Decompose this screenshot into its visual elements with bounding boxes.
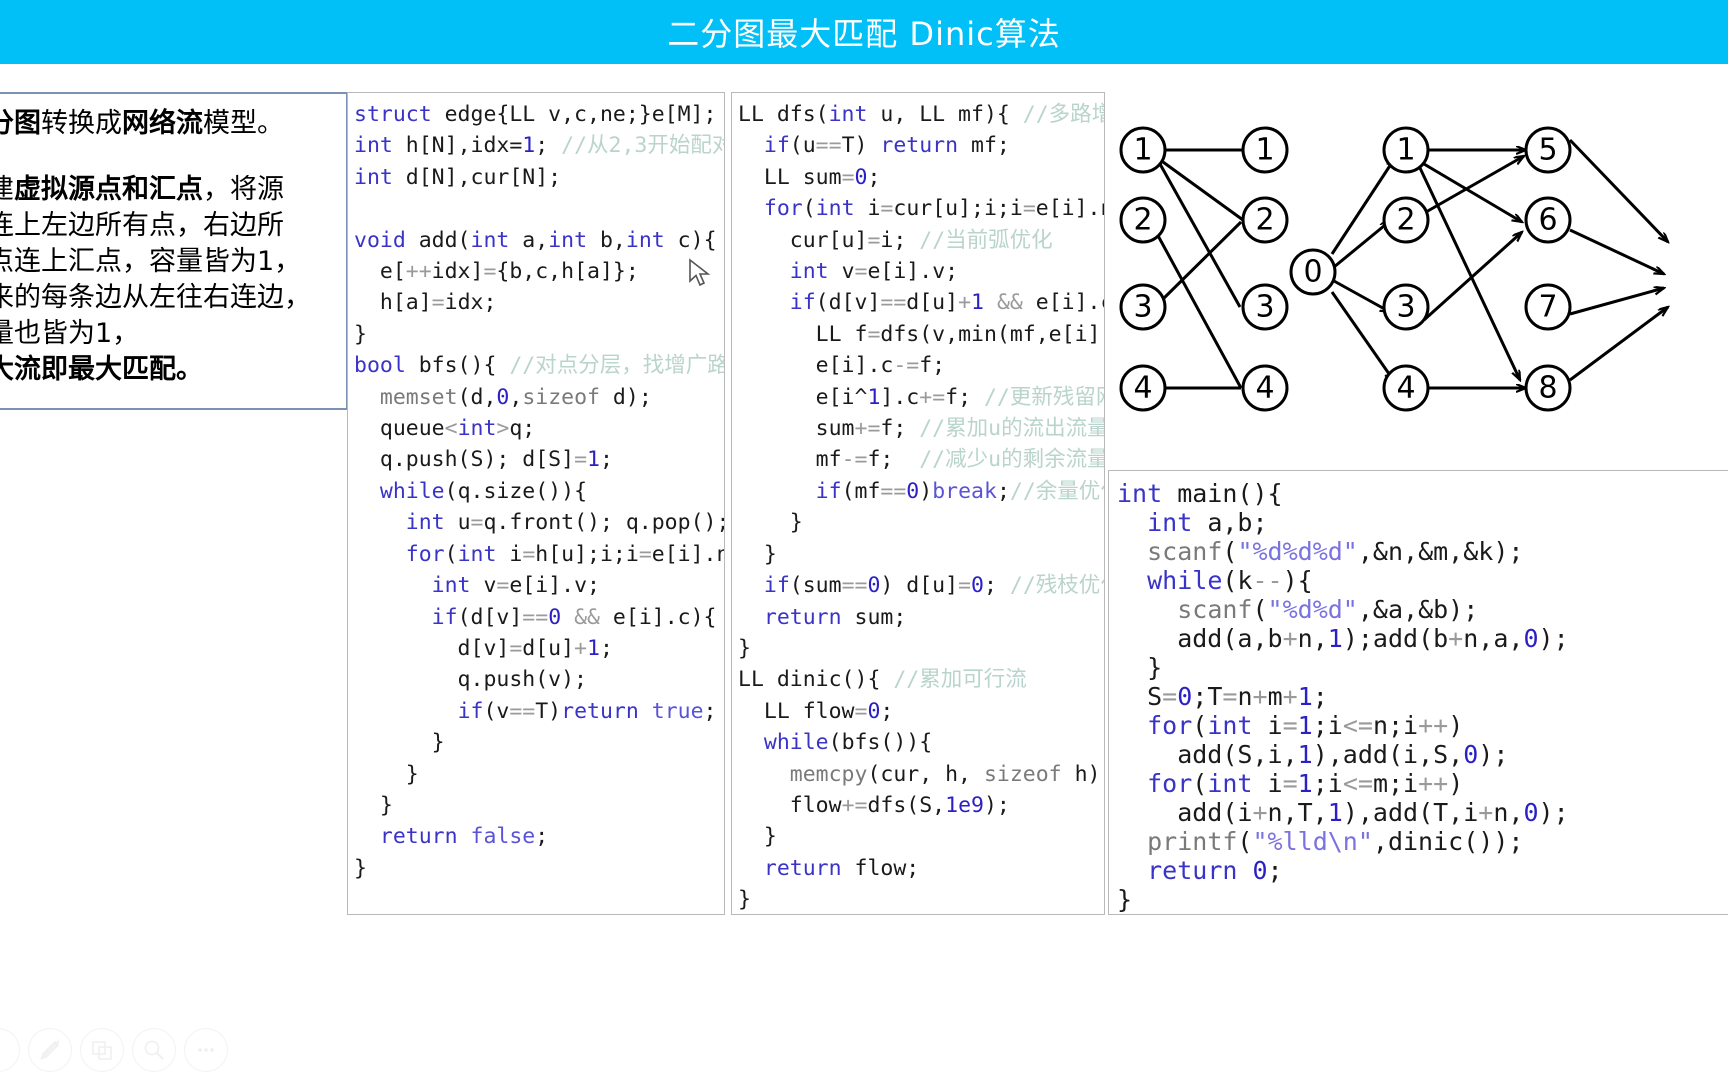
circle-blank-icon[interactable]: [0, 1028, 20, 1072]
svg-text:8: 8: [1538, 371, 1557, 406]
note-panel: 二分图转换成网络流模型。 创建虚拟源点和汇点，将源 点连上左边所有点，右边所 有…: [0, 92, 348, 410]
page-title: 二分图最大匹配 Dinic算法: [667, 15, 1061, 53]
note-line: 二分图转换成网络流模型。: [0, 108, 284, 139]
more-icon[interactable]: [184, 1028, 228, 1072]
diagrams-area: 1 2 3 4 1 2 3 4 0 1 2 3 4 5 6 7 8: [1108, 92, 1728, 460]
code-panel-main[interactable]: int main(){ int a,b; scanf("%d%d%d",&n,&…: [1108, 470, 1728, 915]
svg-text:1: 1: [1255, 133, 1274, 168]
note-line: 容量也皆为1，: [0, 318, 140, 349]
note-line: 有点连上汇点，容量皆为1，: [0, 246, 302, 277]
svg-text:4: 4: [1255, 371, 1274, 406]
svg-text:0: 0: [1303, 255, 1322, 290]
svg-text:6: 6: [1538, 203, 1557, 238]
flow-source-node: 0: [1289, 248, 1337, 296]
svg-text:2: 2: [1396, 203, 1415, 238]
title-bar: 二分图最大匹配 Dinic算法: [0, 0, 1728, 64]
pen-icon[interactable]: [28, 1028, 72, 1072]
note-line: 最大流即最大匹配。: [0, 354, 203, 385]
svg-text:2: 2: [1255, 203, 1274, 238]
mouse-pointer: [689, 258, 711, 287]
flow-edges: [1330, 138, 1668, 388]
flow-right-nodes: 5 6 7 8: [1524, 126, 1572, 412]
svg-text:1: 1: [1396, 133, 1415, 168]
window-layout-icon[interactable]: [80, 1028, 124, 1072]
code-panel-dfs-dinic[interactable]: LL dfs(int u, LL mf){ //多路增广 if(u==T) re…: [731, 92, 1105, 915]
svg-text:4: 4: [1133, 371, 1152, 406]
bipartite-left-nodes: 1 2 3 4: [1119, 126, 1167, 412]
bipartite-graph: 1 2 3 4 1 2 3 4: [1119, 126, 1289, 412]
bipartite-right-nodes: 1 2 3 4: [1241, 126, 1289, 412]
svg-text:7: 7: [1538, 290, 1557, 325]
note-line: 点连上左边所有点，右边所: [0, 210, 284, 241]
svg-text:3: 3: [1396, 290, 1415, 325]
code-panel-edge-bfs[interactable]: struct edge{LL v,c,ne;}e[M]; int h[N],id…: [347, 92, 725, 915]
svg-text:3: 3: [1255, 290, 1274, 325]
flow-network-graph: 0 1 2 3 4 5 6 7 8: [1289, 126, 1668, 412]
svg-text:3: 3: [1133, 290, 1152, 325]
svg-text:1: 1: [1133, 133, 1152, 168]
svg-text:2: 2: [1133, 203, 1152, 238]
svg-text:4: 4: [1396, 371, 1415, 406]
svg-text:5: 5: [1538, 133, 1557, 168]
note-line: 创建虚拟源点和汇点，将源: [0, 174, 284, 205]
bottom-toolbar[interactable]: [0, 1024, 300, 1076]
magnifier-icon[interactable]: [132, 1028, 176, 1072]
bipartite-edges: [1154, 148, 1244, 390]
note-line: 原来的每条边从左往右连边，: [0, 282, 311, 313]
note-spacer: [0, 142, 336, 172]
